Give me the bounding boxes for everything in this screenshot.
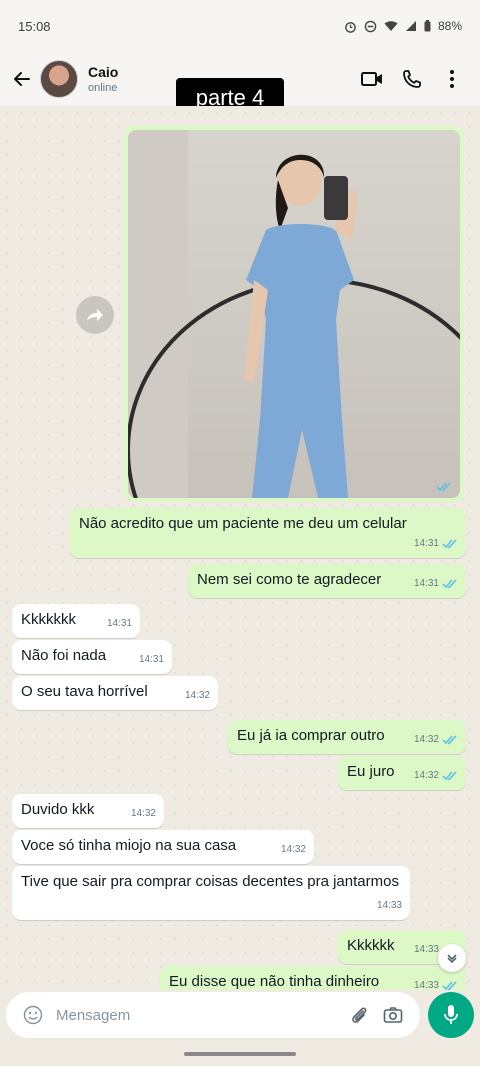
message-input[interactable]: Mensagem [6, 992, 420, 1038]
forward-arrow-icon [87, 309, 103, 321]
message-text: Eu já ia comprar outro [237, 727, 385, 744]
home-indicator[interactable] [184, 1052, 296, 1056]
message-text: Nem sei como te agradecer [197, 571, 382, 588]
camera-button[interactable] [376, 998, 410, 1032]
read-ticks-icon [442, 981, 457, 990]
message-text: Kkkkkk [347, 937, 395, 954]
message-time: 14:31 [413, 538, 439, 549]
read-ticks-icon [442, 735, 457, 745]
incoming-message[interactable]: Voce só tinha miojo na sua casa 14:32 [12, 830, 314, 864]
kebab-menu-icon [450, 70, 454, 88]
outgoing-message[interactable]: Eu disse que não tinha dinheiro 14:33 [160, 966, 466, 990]
message-time: 14:32 [130, 808, 156, 819]
status-bar: 15:08 88% [0, 0, 480, 52]
message-time: 14:31 [138, 654, 164, 665]
message-time: 14:32 [184, 690, 210, 701]
avatar[interactable] [40, 60, 78, 98]
phone-icon [403, 70, 421, 88]
chevron-down-icon [447, 954, 457, 964]
message-time: 14:33 [413, 944, 439, 955]
message-meta: 14:33 [377, 896, 402, 916]
message-time: 14:32 [413, 770, 439, 781]
emoji-button[interactable] [16, 998, 50, 1032]
outgoing-message[interactable]: Não acredito que um paciente me deu um c… [70, 508, 466, 558]
message-meta: 14:32 [281, 840, 306, 860]
message-text: Não foi nada [21, 647, 107, 664]
incoming-message[interactable]: Duvido kkk 14:32 [12, 794, 164, 828]
status-time: 15:08 [18, 18, 51, 34]
message-time: 14:33 [376, 900, 402, 911]
incoming-message[interactable]: O seu tava horrível 14:32 [12, 676, 218, 710]
incoming-message[interactable]: Kkkkkkk 14:31 [12, 604, 140, 638]
message-meta: 14:32 [414, 766, 458, 786]
message-text: Eu disse que não tinha dinheiro [169, 973, 380, 990]
message-text: Duvido kkk [21, 801, 95, 818]
message-time: 14:32 [413, 734, 439, 745]
message-time: 14:33 [413, 980, 439, 990]
attach-button[interactable] [342, 998, 376, 1032]
message-text: Voce só tinha miojo na sua casa [21, 837, 237, 854]
battery-icon [424, 20, 431, 32]
back-arrow-icon [14, 72, 30, 86]
video-call-button[interactable] [352, 59, 392, 99]
message-meta: 14:31 [107, 614, 132, 634]
back-button[interactable] [8, 65, 36, 93]
message-meta: 14:31 [414, 534, 458, 554]
message-time: 14:31 [413, 578, 439, 589]
voice-call-button[interactable] [392, 59, 432, 99]
image-meta [436, 482, 452, 492]
voice-message-button[interactable] [428, 992, 474, 1038]
emoji-icon [23, 1005, 43, 1025]
message-time: 14:32 [280, 844, 306, 855]
scroll-down-button[interactable] [438, 944, 466, 972]
message-meta: 14:31 [414, 574, 458, 594]
read-ticks-icon [442, 579, 457, 589]
outgoing-message[interactable]: Eu juro 14:32 [338, 756, 466, 790]
message-text: Kkkkkkk [21, 611, 77, 628]
chat-area[interactable]: Não acredito que um paciente me deu um c… [0, 106, 480, 990]
outgoing-message[interactable]: Eu já ia comprar outro 14:32 [228, 720, 466, 754]
battery-level: 88% [437, 19, 462, 33]
message-meta: 14:31 [139, 650, 164, 670]
message-text: Eu juro [347, 763, 395, 780]
outgoing-message[interactable]: Nem sei como te agradecer 14:31 [188, 564, 466, 598]
message-placeholder: Mensagem [56, 1006, 131, 1024]
photo[interactable] [128, 130, 460, 498]
paperclip-icon [352, 1007, 367, 1023]
wifi-icon [384, 21, 398, 31]
message-meta: 14:33 [414, 976, 458, 990]
alarm-icon [345, 21, 356, 33]
read-ticks-icon [442, 771, 457, 781]
message-text: Não acredito que um paciente me deu um c… [79, 515, 407, 532]
read-ticks-icon [442, 539, 457, 549]
signal-icon [405, 21, 416, 31]
incoming-message[interactable]: Tive que sair pra comprar coisas decente… [12, 866, 410, 920]
microphone-icon [444, 1005, 458, 1024]
message-meta: 14:32 [414, 730, 458, 750]
dnd-icon [364, 20, 377, 32]
more-options-button[interactable] [432, 59, 472, 99]
forward-button[interactable] [76, 296, 114, 334]
message-text: Tive que sair pra comprar coisas decente… [21, 873, 399, 890]
message-text: O seu tava horrível [21, 683, 148, 700]
read-ticks-icon [436, 482, 451, 492]
camera-icon [383, 1007, 403, 1023]
video-camera-icon [361, 72, 382, 86]
image-message[interactable] [124, 126, 464, 502]
composer-bar: Mensagem [0, 990, 480, 1042]
message-meta: 14:32 [131, 804, 156, 824]
status-icons: 88% [344, 19, 462, 33]
message-meta: 14:32 [185, 686, 210, 706]
incoming-message[interactable]: Não foi nada 14:31 [12, 640, 172, 674]
photo-illustration [128, 130, 460, 498]
system-nav-bar [0, 1042, 480, 1066]
message-time: 14:31 [106, 618, 132, 629]
